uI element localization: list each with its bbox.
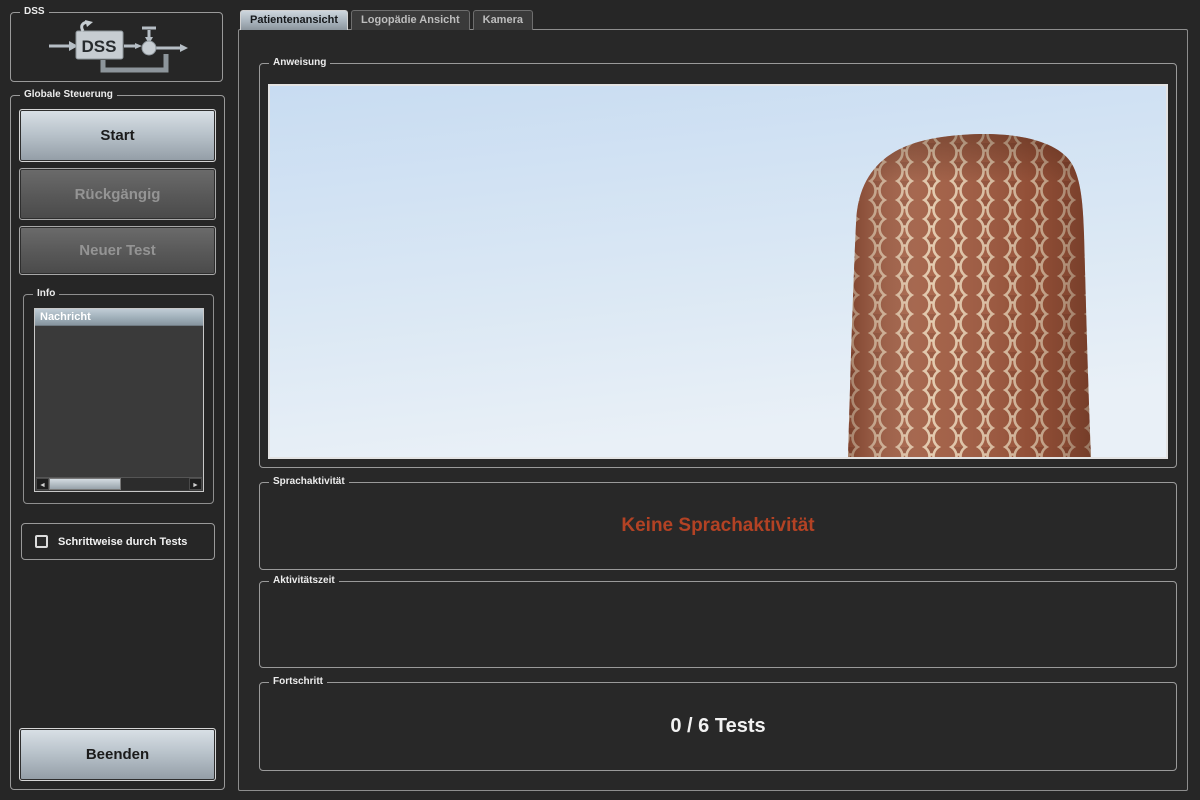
anweisung-label: Anweisung (269, 56, 330, 70)
globale-steuerung-groupbox: Globale Steuerung Start Rückgängig Neuer… (10, 95, 225, 790)
woven-tower (848, 134, 1091, 457)
tab-patientenansicht[interactable]: Patientenansicht (240, 10, 348, 30)
sprachaktivitaet-groupbox: Sprachaktivität Keine Sprachaktivität (259, 482, 1177, 570)
info-group-label: Info (33, 287, 59, 301)
tower-photo (270, 86, 1166, 457)
horizontal-scrollbar[interactable]: ◄ ► (36, 477, 202, 490)
aktivitaetszeit-label: Aktivitätszeit (269, 574, 339, 588)
scrollbar-thumb[interactable] (49, 478, 121, 490)
new-test-button[interactable]: Neuer Test (19, 226, 216, 275)
scroll-left-icon[interactable]: ◄ (36, 478, 49, 490)
progress-counter: 0 / 6 Tests (260, 715, 1176, 738)
tab-kamera[interactable]: Kamera (473, 10, 533, 30)
globale-steuerung-label: Globale Steuerung (20, 88, 117, 102)
stepwise-checkbox-label: Schrittweise durch Tests (58, 536, 187, 548)
message-list-header[interactable]: Nachricht (35, 309, 203, 326)
aktivitaetszeit-groupbox: Aktivitätszeit (259, 581, 1177, 668)
dss-logo-icon: DSS (45, 18, 195, 78)
start-button[interactable]: Start (19, 109, 216, 162)
scrollbar-track[interactable] (49, 478, 189, 490)
stepwise-checkbox[interactable] (35, 535, 48, 548)
tabstrip: Patientenansicht Logopädie Ansicht Kamer… (240, 10, 533, 30)
quit-button[interactable]: Beenden (19, 728, 216, 781)
message-list[interactable]: Nachricht ◄ ► (34, 308, 204, 492)
sprachaktivitaet-label: Sprachaktivität (269, 475, 349, 489)
dss-logo: DSS (45, 18, 195, 78)
anweisung-groupbox: Anweisung (259, 63, 1177, 468)
instruction-image (268, 84, 1168, 459)
stepwise-check-row[interactable]: Schrittweise durch Tests (22, 524, 214, 559)
patient-view-page: Anweisung (238, 29, 1188, 791)
speech-activity-status: Keine Sprachaktivität (260, 515, 1176, 537)
tab-logopaedie-ansicht[interactable]: Logopädie Ansicht (351, 10, 470, 30)
stepwise-groupbox: Schrittweise durch Tests (21, 523, 215, 560)
dss-logo-text: DSS (82, 37, 117, 56)
dss-group-label: DSS (20, 5, 49, 19)
scroll-right-icon[interactable]: ► (189, 478, 202, 490)
fortschritt-label: Fortschritt (269, 675, 327, 689)
fortschritt-groupbox: Fortschritt 0 / 6 Tests (259, 682, 1177, 771)
message-list-body (35, 327, 203, 477)
undo-button[interactable]: Rückgängig (19, 168, 216, 220)
info-groupbox: Info Nachricht ◄ ► (23, 294, 214, 504)
dss-groupbox: DSS DSS (10, 12, 223, 82)
